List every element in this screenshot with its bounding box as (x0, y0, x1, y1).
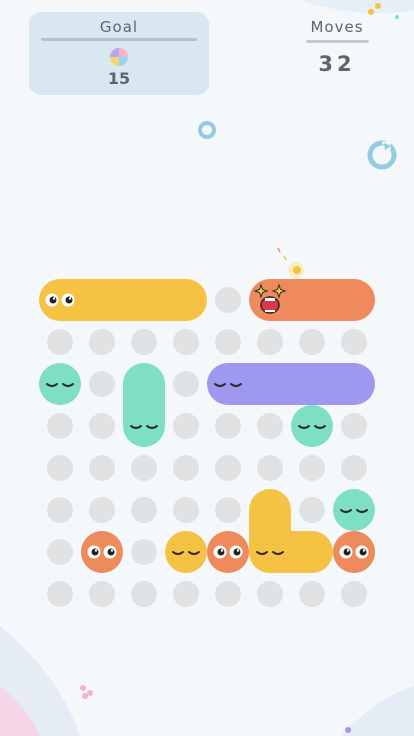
empty-cell[interactable] (173, 413, 199, 439)
empty-cell[interactable] (131, 329, 157, 355)
yellow-blob-piece[interactable] (165, 531, 207, 573)
empty-cell[interactable] (89, 329, 115, 355)
empty-cell[interactable] (173, 371, 199, 397)
orange-blob-piece[interactable] (81, 531, 123, 573)
empty-cell[interactable] (215, 581, 241, 607)
empty-cell[interactable] (131, 455, 157, 481)
empty-cell[interactable] (173, 497, 199, 523)
empty-cell[interactable] (215, 287, 241, 313)
mint-blob-piece[interactable] (39, 363, 81, 405)
empty-cell[interactable] (131, 581, 157, 607)
restart-icon (367, 140, 397, 170)
empty-cell[interactable] (89, 455, 115, 481)
empty-cell[interactable] (173, 455, 199, 481)
empty-cell[interactable] (215, 413, 241, 439)
empty-cell[interactable] (89, 371, 115, 397)
yellow-blob-piece[interactable] (39, 279, 207, 321)
empty-cell[interactable] (341, 329, 367, 355)
empty-cell[interactable] (131, 539, 157, 565)
empty-cell[interactable] (341, 413, 367, 439)
empty-cell[interactable] (47, 329, 73, 355)
purple-blob-piece[interactable] (207, 363, 375, 405)
empty-cell[interactable] (173, 329, 199, 355)
goal-count: 15 (107, 69, 131, 88)
empty-cell[interactable] (257, 581, 283, 607)
orange-blob-piece[interactable] (207, 531, 249, 573)
empty-cell[interactable] (215, 329, 241, 355)
empty-cell[interactable] (215, 497, 241, 523)
empty-cell[interactable] (89, 497, 115, 523)
empty-cell[interactable] (257, 455, 283, 481)
empty-cell[interactable] (47, 581, 73, 607)
mint-blob-piece[interactable] (123, 363, 165, 447)
empty-cell[interactable] (341, 455, 367, 481)
restart-button[interactable] (367, 140, 397, 170)
mint-blob-piece[interactable] (291, 405, 333, 447)
yellow-blob-piece[interactable] (249, 489, 333, 573)
empty-cell[interactable] (299, 455, 325, 481)
sparkle-icon (277, 247, 304, 278)
empty-cell[interactable] (257, 329, 283, 355)
empty-cell[interactable] (215, 455, 241, 481)
empty-cell[interactable] (89, 413, 115, 439)
empty-cell[interactable] (257, 413, 283, 439)
orange-blob-piece[interactable] (333, 531, 375, 573)
mint-blob-piece[interactable] (333, 489, 375, 531)
empty-cell[interactable] (173, 581, 199, 607)
empty-cell[interactable] (47, 455, 73, 481)
empty-cell[interactable] (47, 497, 73, 523)
empty-cell[interactable] (47, 413, 73, 439)
empty-cell[interactable] (47, 539, 73, 565)
empty-cell[interactable] (299, 329, 325, 355)
empty-cell[interactable] (341, 581, 367, 607)
empty-cell[interactable] (299, 581, 325, 607)
empty-cell[interactable] (89, 581, 115, 607)
ring-decoration-icon (198, 121, 216, 139)
bottom-decoration-icon (0, 626, 414, 736)
corner-decoration-icon (300, 0, 414, 19)
empty-cell[interactable] (131, 497, 157, 523)
